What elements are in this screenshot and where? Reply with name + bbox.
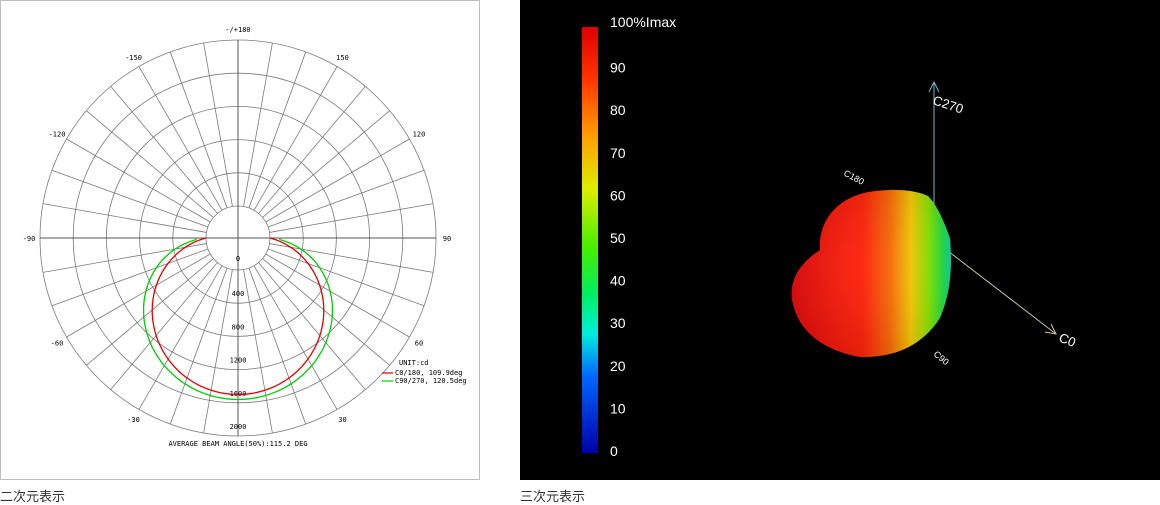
legend-label-c0-180: C0/180, 109.9deg (395, 369, 462, 377)
angle-label: 60 (415, 340, 423, 348)
angle-label: -/+180 (225, 26, 250, 34)
polar-spoke (267, 248, 425, 307)
polar-spoke (269, 203, 434, 233)
caption-3d: 三次元表示 (520, 490, 586, 505)
colorbar-label: 100%Imax (610, 14, 676, 30)
polar-spoke (110, 262, 218, 390)
colorbar-labels: 100%Imax 90 80 70 60 50 40 30 20 10 0 (610, 14, 676, 459)
polar-spoke (258, 86, 366, 214)
3d-view-svg: 100%Imax 90 80 70 60 50 40 30 20 10 0 C270 C0 C180… (582, 14, 1078, 459)
c180-label: C180 (842, 168, 866, 187)
3d-intensity-view: 100%Imax 90 80 70 60 50 40 30 20 10 0 C270 C0 C180… (520, 0, 1160, 480)
polar-spoke (51, 169, 209, 228)
angle-label: -150 (125, 54, 142, 62)
polar-spoke (169, 51, 228, 209)
radial-tick-label: 0 (236, 255, 240, 263)
angle-label: 90 (443, 235, 451, 243)
polar-spoke (269, 243, 434, 273)
colorbar-label: 50 (610, 230, 626, 246)
polar-spoke (86, 258, 214, 366)
polar-legend: UNIT:cd C0/180, 109.9deg C90/270, 120.5d… (382, 359, 467, 385)
legend-label-c90-270: C90/270, 120.5deg (395, 377, 467, 385)
caption-2d: 二次元表示 (0, 490, 66, 505)
colorbar-label: 90 (610, 60, 626, 76)
colorbar-label: 60 (610, 187, 626, 203)
polar-grid (39, 39, 437, 437)
colorbar-label: 20 (610, 358, 626, 374)
polar-spoke (262, 110, 390, 218)
intensity-solid (791, 189, 951, 358)
polar-spoke (258, 262, 366, 390)
unit-label: UNIT:cd (399, 359, 429, 367)
angle-label: -90 (23, 235, 36, 243)
angle-label: 150 (336, 54, 349, 62)
polar-spoke (42, 243, 207, 273)
polar-spoke (262, 258, 390, 366)
radial-tick-label: 1200 (230, 357, 247, 365)
angle-label: -60 (51, 340, 64, 348)
polar-spoke (203, 269, 233, 434)
polar-spoke (248, 51, 307, 209)
polar-spoke (203, 42, 233, 207)
polar-spoke (243, 269, 273, 434)
polar-spoke (243, 42, 273, 207)
polar-spoke (86, 110, 214, 218)
polar-spoke (51, 248, 209, 307)
polar-chart-svg: -/+180 -150 150 -120 120 -90 90 -60 60 -30 30 0 400… (23, 26, 467, 448)
polar-spoke (169, 267, 228, 425)
radial-tick-label: 2000 (230, 423, 247, 431)
angle-label: 30 (338, 416, 346, 424)
polar-intensity-chart: -/+180 -150 150 -120 120 -90 90 -60 60 -30 30 0 400… (0, 0, 480, 480)
colorbar-label: 80 (610, 102, 626, 118)
radial-tick-label: 400 (232, 290, 245, 298)
colorbar-label: 10 (610, 400, 626, 416)
colorbar-label: 70 (610, 145, 626, 161)
angle-label: -30 (127, 416, 140, 424)
polar-spoke (110, 86, 218, 214)
c270-label: C270 (931, 93, 965, 117)
c0-label: C0 (1057, 330, 1078, 350)
colorbar-label: 30 (610, 315, 626, 331)
beam-angle-label: AVERAGE BEAM ANGLE(50%):115.2 DEG (168, 440, 307, 448)
colorbar-label: 40 (610, 273, 626, 289)
c90-label: C90 (932, 349, 951, 367)
c0-axis (943, 247, 1057, 335)
polar-spoke (267, 169, 425, 228)
polar-spoke (248, 267, 307, 425)
polar-spoke (42, 203, 207, 233)
angle-label: 120 (413, 131, 426, 139)
angle-label: -120 (49, 131, 66, 139)
radial-tick-label: 800 (232, 323, 245, 331)
colorbar (582, 27, 598, 453)
colorbar-label: 0 (610, 443, 618, 459)
